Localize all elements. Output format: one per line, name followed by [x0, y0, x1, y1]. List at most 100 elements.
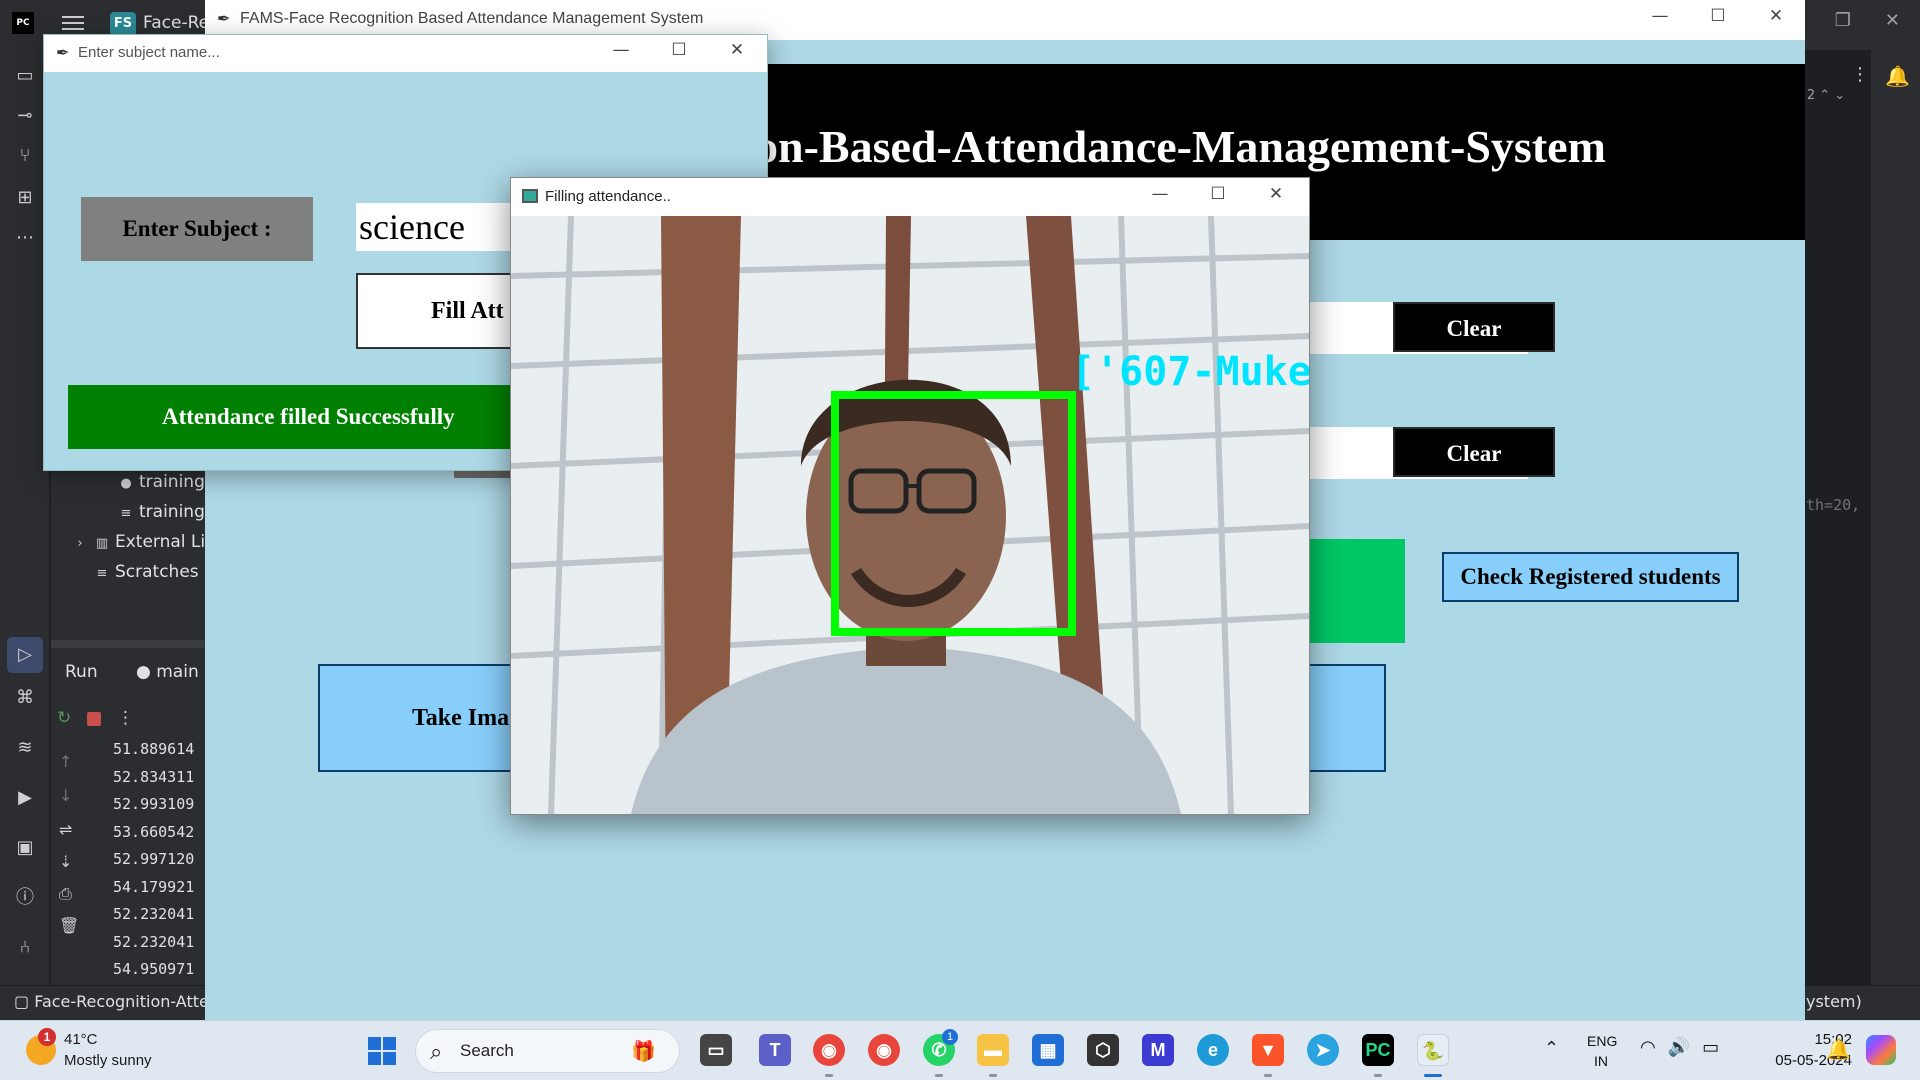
chevron-right-icon[interactable]: ›: [71, 536, 89, 551]
volume-icon[interactable]: 🔊: [1668, 1037, 1690, 1058]
run-icon[interactable]: ▷: [7, 637, 43, 673]
search-icon: ⌕: [430, 1039, 443, 1064]
chrome-profile-icon[interactable]: ◉: [868, 1034, 900, 1066]
telegram-icon[interactable]: ➤: [1307, 1034, 1339, 1066]
status-path[interactable]: ▢ Face-Recognition-Atte: [14, 992, 209, 1011]
run-tab[interactable]: Run: [65, 662, 98, 682]
layers-icon[interactable]: ≋: [13, 736, 37, 760]
brave-icon[interactable]: ▼: [1252, 1034, 1284, 1066]
minimize-icon[interactable]: —: [592, 40, 650, 60]
chrome-icon[interactable]: ◉: [813, 1034, 845, 1066]
tree-item[interactable]: ≡ training: [117, 502, 205, 522]
ide-window-controls: ❐ ✕: [1835, 10, 1900, 31]
run-config-tab[interactable]: ● main: [136, 662, 199, 682]
python-console-icon[interactable]: ⌘: [13, 686, 37, 710]
run-side-toolbar: ↑ ↓ ⇌ ⇣ ⎙ 🗑: [51, 740, 81, 985]
problems-icon[interactable]: ⓘ: [13, 886, 37, 910]
subject-title-bar: ✒ Enter subject name... — ☐ ✕: [44, 35, 767, 72]
trash-icon[interactable]: 🗑: [59, 916, 79, 935]
print-icon[interactable]: ⎙: [59, 884, 72, 904]
minimize-icon[interactable]: —: [1131, 184, 1189, 204]
folder-icon[interactable]: ▭: [13, 64, 37, 88]
scroll-up-icon[interactable]: ↑: [59, 752, 72, 771]
tree-item[interactable]: ● training.: [117, 472, 205, 492]
maximize-icon[interactable]: ☐: [1189, 184, 1247, 204]
pycharm-taskbar-icon[interactable]: PC: [1362, 1034, 1394, 1066]
weather-description[interactable]: Mostly sunny: [64, 1052, 152, 1069]
active-indicator: [1424, 1074, 1442, 1077]
terminal-icon[interactable]: ▣: [13, 836, 37, 860]
wifi-icon[interactable]: ◠: [1640, 1037, 1656, 1058]
weather-alert-badge: 1: [38, 1028, 56, 1046]
minimize-icon[interactable]: —: [1631, 6, 1689, 26]
close-icon[interactable]: ✕: [1247, 184, 1305, 204]
file-explorer-icon[interactable]: ▬: [977, 1034, 1009, 1066]
teams-icon[interactable]: T: [759, 1034, 791, 1066]
sublime-app-icon[interactable]: M: [1142, 1034, 1174, 1066]
cube-app-icon[interactable]: ⬡: [1087, 1034, 1119, 1066]
check-registered-button[interactable]: Check Registered students: [1442, 552, 1739, 602]
maximize-icon[interactable]: ☐: [1689, 6, 1747, 26]
run-output: 51.889614 52.834311 52.993109 53.660542 52.9…: [113, 736, 194, 984]
copilot-icon[interactable]: [1866, 1035, 1896, 1065]
weather-temperature[interactable]: 41°C: [64, 1031, 98, 1048]
project-name[interactable]: Face-Re: [143, 13, 209, 33]
rerun-icon[interactable]: ↻: [57, 708, 71, 728]
code-snippet: th=20,: [1806, 496, 1861, 514]
pull-request-icon[interactable]: ⑂: [13, 144, 37, 168]
python-app-icon[interactable]: 🐍: [1417, 1034, 1449, 1066]
notification-bell-icon[interactable]: 🔔: [1826, 1037, 1851, 1062]
stop-icon[interactable]: [87, 712, 101, 726]
project-badge[interactable]: FS: [110, 12, 136, 36]
subject-window-title: Enter subject name...: [78, 44, 220, 61]
clear-button-2[interactable]: Clear: [1393, 427, 1555, 477]
pycharm-logo-icon[interactable]: PC: [12, 12, 34, 34]
output-line: 52.232041: [113, 905, 195, 923]
more-options-icon[interactable]: ⋮: [117, 708, 134, 728]
scroll-end-icon[interactable]: ⇣: [59, 852, 72, 871]
maximize-icon[interactable]: ☐: [650, 40, 708, 60]
tk-feather-icon: ✒: [217, 9, 231, 28]
edge-icon[interactable]: e: [1197, 1034, 1229, 1066]
git-icon[interactable]: ⑃: [13, 936, 37, 960]
main-menu-icon[interactable]: [62, 12, 84, 34]
enter-subject-label: Enter Subject :: [81, 197, 313, 261]
search-highlight-icon: 🎁: [631, 1041, 656, 1063]
services-icon[interactable]: ▶: [13, 786, 37, 810]
editor-nav-arrows[interactable]: 2 ⌃ ⌄: [1806, 88, 1846, 108]
notifications-icon[interactable]: 🔔: [1885, 64, 1910, 88]
page-title: on-Based-Attendance-Management-System: [755, 121, 1606, 172]
close-icon[interactable]: ✕: [1885, 10, 1900, 31]
subject-input[interactable]: [356, 203, 526, 251]
more-icon[interactable]: ⋯: [13, 226, 37, 250]
commit-icon[interactable]: ⊸: [13, 104, 37, 128]
microsoft-store-icon[interactable]: ▦: [1032, 1034, 1064, 1066]
structure-icon[interactable]: ⊞: [13, 186, 37, 210]
close-icon[interactable]: ✕: [708, 40, 766, 60]
run-toolbar: ↻ ⋮: [51, 706, 205, 736]
scroll-down-icon[interactable]: ↓: [59, 786, 72, 805]
running-indicator: [935, 1074, 943, 1077]
soft-wrap-icon[interactable]: ⇌: [59, 820, 72, 839]
tk-feather-icon: ✒: [56, 43, 70, 62]
task-view-icon[interactable]: ▭: [700, 1034, 732, 1066]
clear-button-1[interactable]: Clear: [1393, 302, 1555, 352]
text-file-icon: ≡: [120, 506, 132, 521]
tree-item[interactable]: ≡ Scratches a: [93, 562, 205, 582]
language-indicator[interactable]: ENG: [1587, 1033, 1617, 1049]
chevron-up-icon[interactable]: ⌃: [1544, 1038, 1559, 1059]
whatsapp-badge: 1: [942, 1029, 958, 1045]
region-indicator[interactable]: IN: [1594, 1053, 1608, 1069]
restore-icon[interactable]: ❐: [1835, 10, 1851, 31]
tree-item[interactable]: ›▥External Lib: [71, 532, 205, 552]
windows-start-icon[interactable]: [368, 1037, 396, 1065]
opencv-window-icon: [522, 189, 538, 203]
ide-right-area: th=20, 2 ⌃ ⌄ 🔔 ⋮: [1806, 50, 1920, 985]
running-indicator: [989, 1074, 997, 1077]
kebab-menu-icon[interactable]: ⋮: [1851, 64, 1869, 85]
battery-icon[interactable]: ▭: [1702, 1037, 1719, 1058]
status-interpreter[interactable]: ystem): [1806, 992, 1862, 1011]
fill-attendance-button[interactable]: Fill Att: [356, 273, 516, 349]
close-icon[interactable]: ✕: [1747, 6, 1805, 26]
taskbar-search[interactable]: ⌕ Search 🎁: [415, 1029, 680, 1073]
